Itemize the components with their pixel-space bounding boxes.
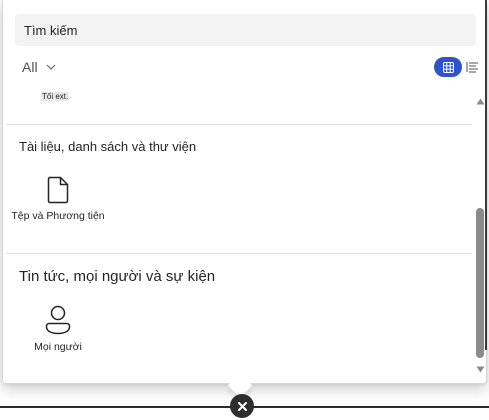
scroll-up-button[interactable]	[475, 96, 485, 106]
person-icon	[45, 305, 71, 335]
tile-files-and-media[interactable]: Tệp và Phương tiện	[11, 176, 105, 222]
close-button[interactable]	[230, 394, 254, 418]
triangle-up-icon	[476, 98, 484, 104]
close-icon	[237, 401, 247, 411]
document-icon	[47, 176, 69, 204]
chevron-down-icon	[46, 64, 55, 70]
category-filter-dropdown[interactable]: All	[22, 58, 56, 76]
partial-item-label[interactable]: Tối ext.	[41, 92, 70, 101]
tile-people[interactable]: Mọi người	[11, 305, 105, 353]
web-part-list: Tối ext. Tài liệu, danh sách và thư viện…	[6, 90, 472, 380]
scroll-down-button[interactable]	[475, 364, 485, 374]
section-divider	[6, 124, 472, 125]
section-divider	[6, 253, 472, 254]
search-placeholder: Tìm kiếm	[24, 22, 78, 38]
web-part-picker-panel: Tìm kiếm All Tối ext. Tài liệu, danh sác…	[2, 0, 487, 384]
section-title-news-people-events: Tin tức, mọi người và sự kiện	[19, 268, 216, 285]
filter-selected-label: All	[22, 59, 38, 75]
grid-view-button[interactable]	[434, 57, 462, 77]
search-input[interactable]: Tìm kiếm	[15, 14, 476, 46]
grid-view-icon	[442, 61, 454, 73]
tile-label: Mọi người	[34, 341, 82, 353]
scrollbar-thumb[interactable]	[476, 208, 484, 358]
section-title-documents: Tài liệu, danh sách và thư viện	[19, 139, 197, 154]
triangle-down-icon	[476, 366, 484, 372]
panel-edge	[485, 0, 487, 350]
tile-label: Tệp và Phương tiện	[11, 210, 105, 222]
list-view-icon	[466, 62, 478, 73]
list-view-button[interactable]	[464, 58, 480, 76]
